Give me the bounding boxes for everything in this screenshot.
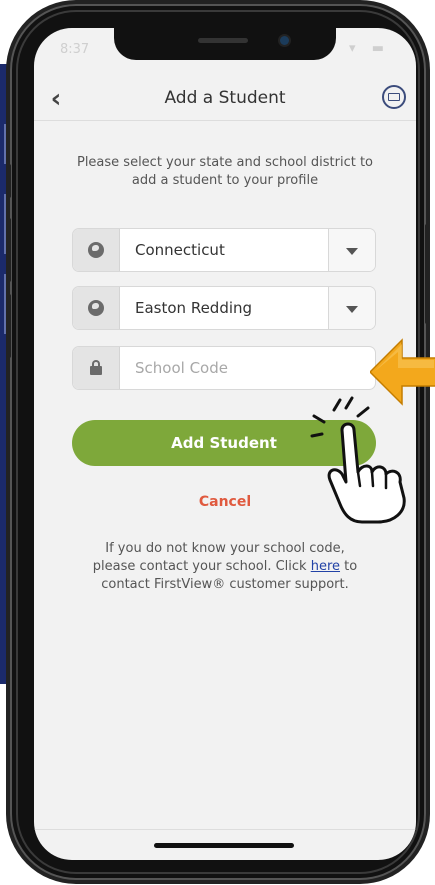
dropdown-arrow-icon[interactable] [328,287,375,329]
school-code-placeholder[interactable]: School Code [135,359,228,377]
dropdown-arrow-icon[interactable] [328,229,375,271]
support-link[interactable]: here [311,559,340,574]
field-prefix [73,347,120,389]
field-prefix [73,229,120,271]
field-prefix [73,287,120,329]
tap-hand-icon [310,396,406,524]
home-indicator[interactable] [154,843,294,848]
district-select[interactable]: Easton Redding [72,286,376,330]
page-title: Add a Student [164,88,286,108]
instructions-text: Please select your state and school dist… [76,155,374,188]
help-text: If you do not know your school code, ple… [84,540,366,594]
mail-icon[interactable] [382,85,406,109]
globe-icon [88,300,104,316]
globe-icon [88,242,104,258]
state-select[interactable]: Connecticut [72,228,376,272]
speaker [198,38,248,43]
district-value: Easton Redding [135,299,253,317]
school-code-input[interactable]: School Code [72,346,376,390]
nav-bar: ‹ Add a Student [34,80,416,121]
help-text-before: If you do not know your school code, ple… [92,541,345,574]
lock-icon [90,360,102,375]
state-value: Connecticut [135,241,225,259]
camera [280,36,289,45]
bottom-divider [34,829,416,830]
status-time: 8:37 [60,42,90,57]
notch [114,28,336,60]
